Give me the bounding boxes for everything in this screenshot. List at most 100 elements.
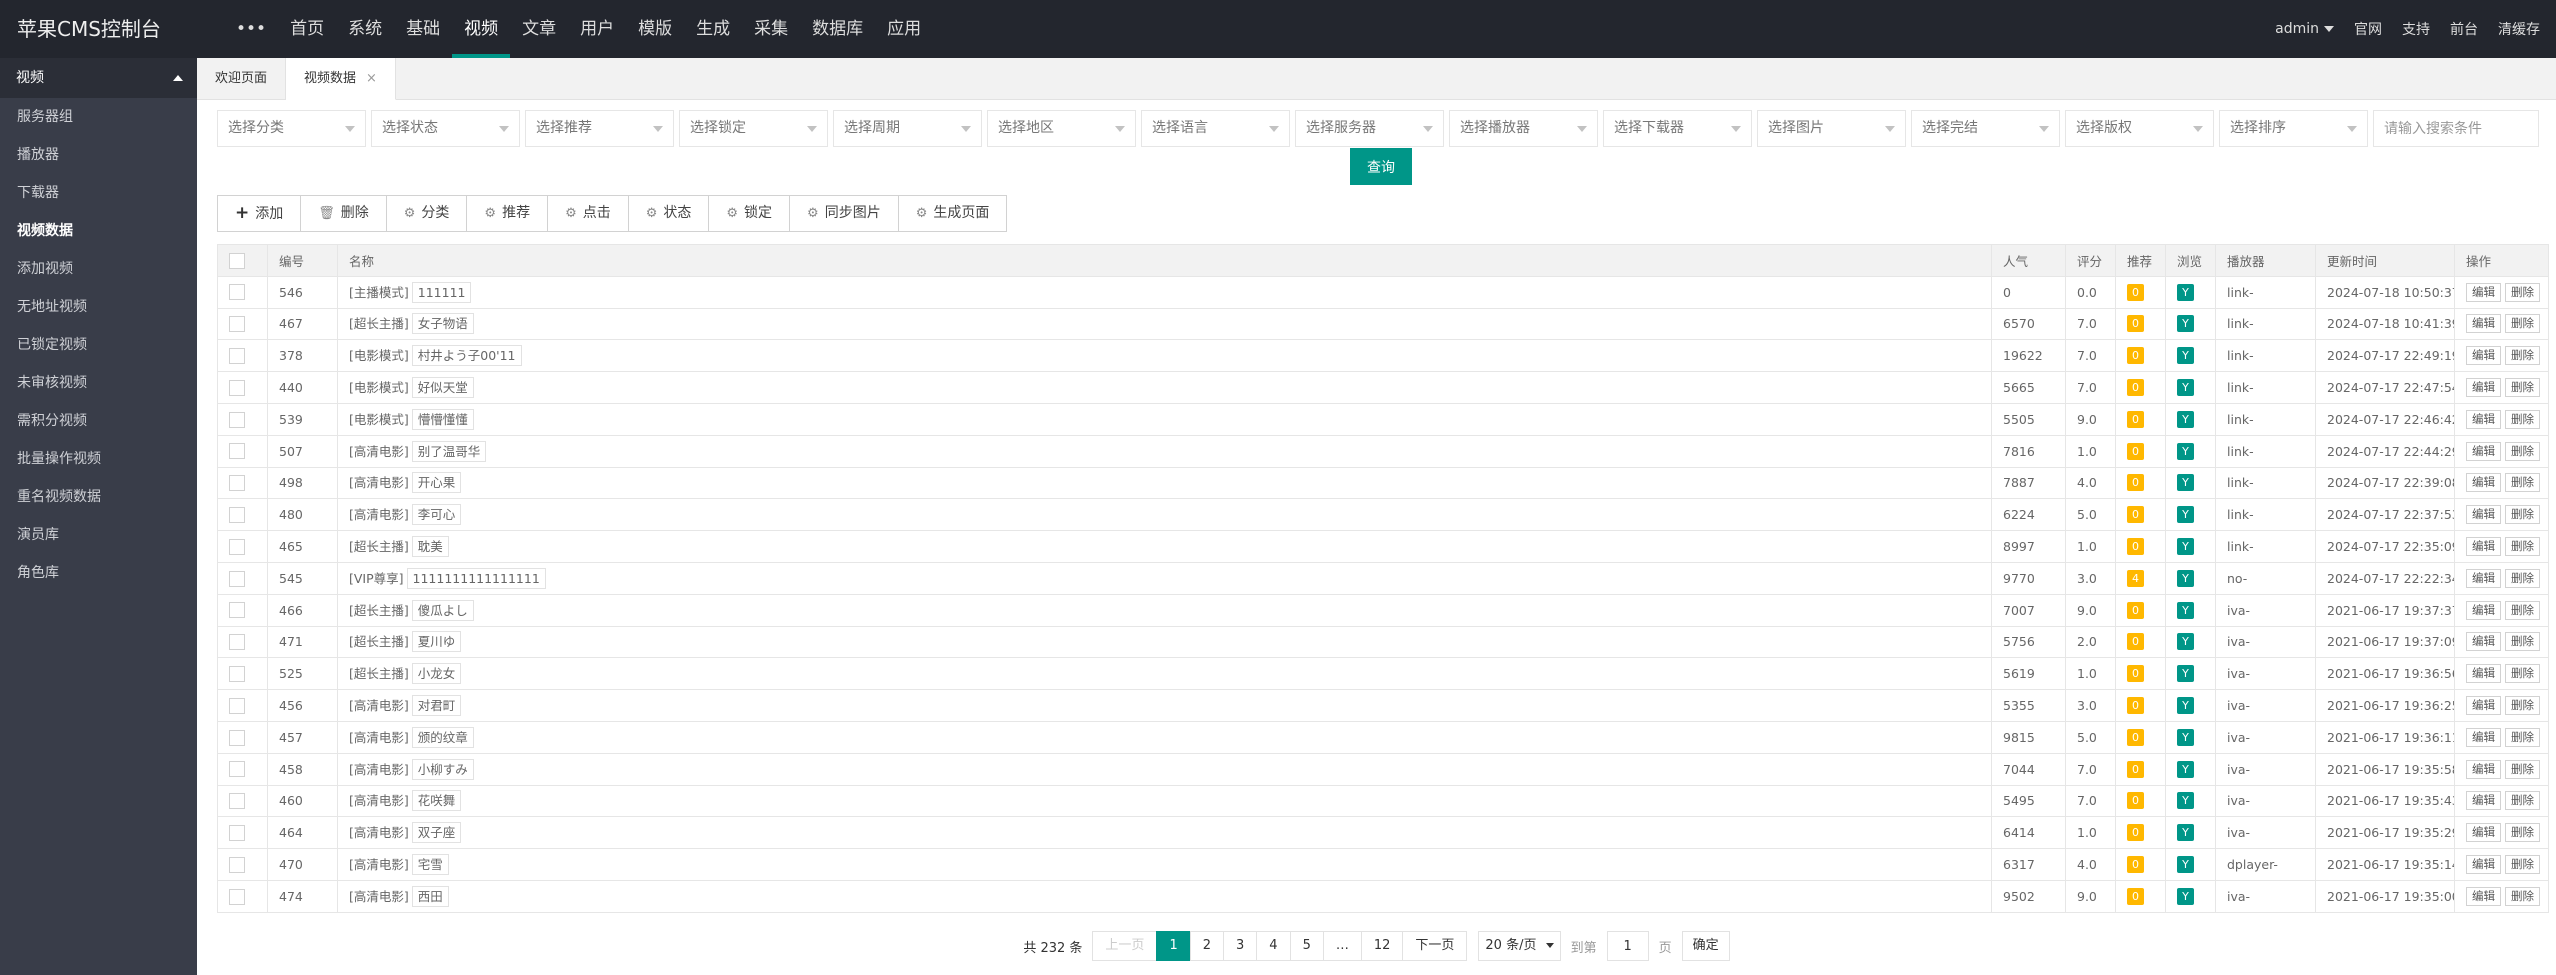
edit-button[interactable]: 编辑 [2466, 696, 2501, 716]
delete-row-button[interactable]: 删除 [2505, 791, 2540, 811]
col-player[interactable]: 播放器 [2215, 244, 2316, 277]
link-support[interactable]: 支持 [2402, 19, 2430, 39]
row-checkbox[interactable] [229, 729, 245, 746]
link-official-site[interactable]: 官网 [2354, 19, 2382, 39]
top-nav-generate[interactable]: 生成 [684, 0, 742, 58]
select-recommend[interactable]: 选择推荐 [525, 110, 674, 147]
top-nav-video[interactable]: 视频 [452, 0, 511, 58]
sidebar-item-duplicate-video[interactable]: 重名视频数据 [0, 478, 197, 516]
row-checkbox[interactable] [229, 697, 245, 714]
delete-row-button[interactable]: 删除 [2505, 823, 2540, 843]
recommend-badge[interactable]: 0 [2127, 633, 2144, 651]
recommend-badge[interactable]: 0 [2127, 887, 2144, 905]
sidebar-item-batch-video[interactable]: 批量操作视频 [0, 440, 197, 478]
delete-row-button[interactable]: 删除 [2505, 886, 2540, 906]
row-checkbox[interactable] [229, 666, 245, 682]
delete-row-button[interactable]: 删除 [2505, 855, 2540, 875]
recommend-badge[interactable]: 0 [2127, 792, 2144, 810]
edit-button[interactable]: 编辑 [2466, 886, 2501, 906]
browse-badge[interactable]: Y [2177, 315, 2194, 333]
browse-badge[interactable]: Y [2177, 601, 2194, 619]
tab-video-data[interactable]: 视频数据 × [286, 58, 396, 100]
recommend-badge[interactable]: 0 [2127, 410, 2144, 428]
edit-button[interactable]: 编辑 [2466, 346, 2501, 366]
browse-badge[interactable]: Y [2177, 410, 2194, 428]
browse-badge[interactable]: Y [2177, 347, 2194, 365]
video-name-link[interactable]: 夏川ゆ [411, 631, 462, 653]
sidebar-item-downloader[interactable]: 下载器 [0, 174, 197, 212]
edit-button[interactable]: 编辑 [2466, 282, 2501, 302]
browse-badge[interactable]: Y [2177, 379, 2194, 397]
goto-page-input[interactable] [1606, 931, 1649, 961]
confirm-page-button[interactable]: 确定 [1681, 931, 1730, 961]
recommend-badge[interactable]: 4 [2127, 569, 2144, 587]
row-checkbox[interactable] [229, 538, 245, 555]
row-checkbox[interactable] [229, 284, 245, 301]
delete-row-button[interactable]: 删除 [2505, 632, 2540, 652]
edit-button[interactable]: 编辑 [2466, 314, 2501, 334]
select-finished[interactable]: 选择完结 [1911, 110, 2060, 147]
sidebar-item-locked-video[interactable]: 已锁定视频 [0, 326, 197, 364]
browse-badge[interactable]: Y [2177, 633, 2194, 651]
recommend-badge[interactable]: 0 [2127, 283, 2144, 301]
add-button[interactable]: + 添加 [218, 196, 302, 231]
browse-badge[interactable]: Y [2177, 792, 2194, 810]
delete-row-button[interactable]: 删除 [2505, 537, 2540, 557]
recommend-badge[interactable]: 0 [2127, 379, 2144, 397]
video-name-link[interactable]: 小龙女 [411, 663, 462, 685]
sidebar-item-video-data[interactable]: 视频数据 [0, 212, 197, 250]
browse-badge[interactable]: Y [2177, 856, 2194, 874]
edit-button[interactable]: 编辑 [2466, 568, 2501, 588]
select-category[interactable]: 选择分类 [217, 110, 366, 147]
col-update-time[interactable]: 更新时间 [2315, 244, 2455, 277]
top-nav-system[interactable]: 系统 [336, 0, 394, 58]
delete-row-button[interactable]: 删除 [2505, 473, 2540, 493]
col-browse[interactable]: 浏览 [2165, 244, 2216, 277]
delete-row-button[interactable]: 删除 [2505, 346, 2540, 366]
select-picture[interactable]: 选择图片 [1757, 110, 1906, 147]
delete-row-button[interactable]: 删除 [2505, 727, 2540, 747]
browse-badge[interactable]: Y [2177, 697, 2194, 715]
browse-badge[interactable]: Y [2177, 887, 2194, 905]
recommend-badge[interactable]: 0 [2127, 824, 2144, 842]
select-period[interactable]: 选择周期 [833, 110, 982, 147]
recommend-badge[interactable]: 0 [2127, 856, 2144, 874]
row-checkbox[interactable] [229, 443, 245, 460]
browse-badge[interactable]: Y [2177, 824, 2194, 842]
browse-badge[interactable]: Y [2177, 506, 2194, 524]
select-area[interactable]: 选择地区 [987, 110, 1136, 147]
row-checkbox[interactable] [229, 793, 245, 810]
delete-row-button[interactable]: 删除 [2505, 664, 2540, 684]
edit-button[interactable]: 编辑 [2466, 505, 2501, 525]
edit-button[interactable]: 编辑 [2466, 378, 2501, 398]
page-2[interactable]: 2 [1189, 931, 1224, 961]
video-name-link[interactable]: 李可心 [411, 504, 462, 526]
sidebar-item-actors[interactable]: 演员库 [0, 516, 197, 554]
sidebar-item-add-video[interactable]: 添加视频 [0, 250, 197, 288]
page-1[interactable]: 1 [1156, 931, 1191, 961]
browse-badge[interactable]: Y [2177, 442, 2194, 460]
video-name-link[interactable]: 耽美 [411, 536, 449, 558]
top-nav-collect[interactable]: 采集 [742, 0, 800, 58]
prev-page-button[interactable]: 上一页 [1092, 931, 1158, 961]
edit-button[interactable]: 编辑 [2466, 664, 2501, 684]
recommend-button[interactable]: ⚙ 推荐 [467, 196, 549, 231]
sidebar-item-server-group[interactable]: 服务器组 [0, 98, 197, 136]
video-name-link[interactable]: 111111 [411, 281, 472, 303]
delete-row-button[interactable]: 删除 [2505, 568, 2540, 588]
recommend-badge[interactable]: 0 [2127, 315, 2144, 333]
row-checkbox[interactable] [229, 379, 245, 396]
recommend-badge[interactable]: 0 [2127, 665, 2144, 683]
lock-button[interactable]: ⚙ 锁定 [709, 196, 791, 231]
row-checkbox[interactable] [229, 475, 245, 492]
user-menu[interactable]: admin [2275, 21, 2334, 37]
recommend-badge[interactable]: 0 [2127, 442, 2144, 460]
edit-button[interactable]: 编辑 [2466, 759, 2501, 779]
col-id[interactable]: 编号 [267, 244, 338, 277]
top-nav-database[interactable]: 数据库 [800, 0, 875, 58]
delete-button[interactable]: 🗑 删除 [301, 196, 387, 231]
row-checkbox[interactable] [229, 761, 245, 778]
video-name-link[interactable]: 傻瓜よし [411, 599, 474, 621]
clear-cache-link[interactable]: 清缓存 [2498, 19, 2540, 39]
video-name-link[interactable]: 好似天堂 [411, 377, 474, 399]
